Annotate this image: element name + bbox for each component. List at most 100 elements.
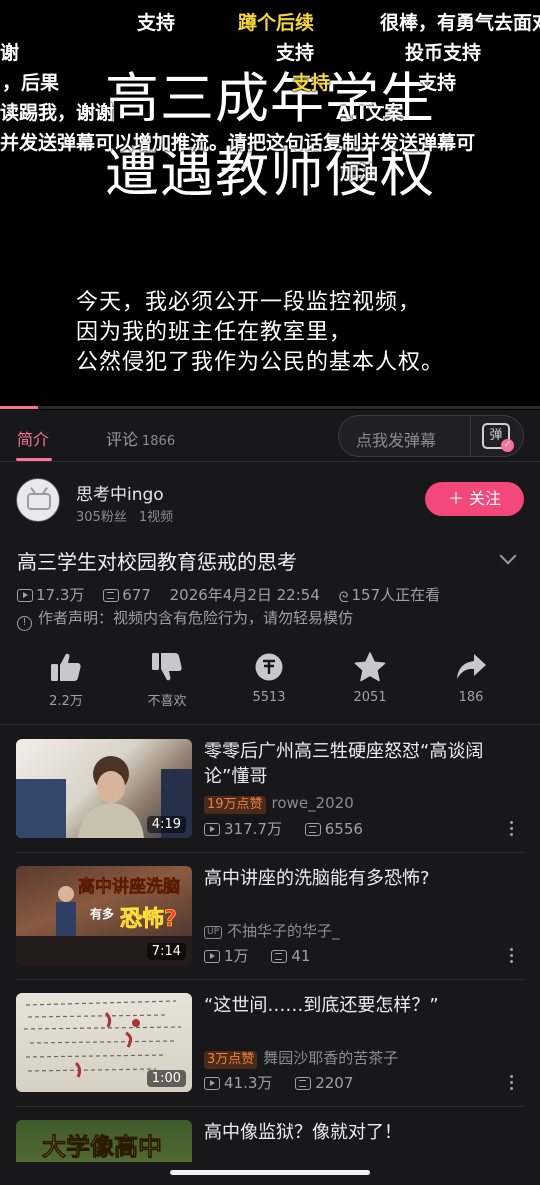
play-count-icon [204, 823, 220, 836]
up-tag: UP [204, 926, 223, 939]
author-notice: ! 作者声明：视频内含有危险行为，请勿轻易模仿 [17, 607, 353, 631]
rec-title[interactable]: 零零后广州高三牲硬座怒怼“高谈阔论”懂哥 [204, 739, 524, 789]
tab-comments[interactable]: 评论 1866 [106, 426, 175, 450]
more-options-icon[interactable] [510, 1075, 514, 1093]
video-subtitle-line: 公然侵犯了我作为公民的基本人权。 [76, 350, 445, 375]
danmaku-count-icon [271, 950, 288, 963]
danmaku-count-icon [295, 1077, 312, 1090]
video-duration: 1:00 [146, 1070, 186, 1087]
danmaku-comment: A.I文案 [336, 102, 404, 124]
danmaku-comment: 支持 [418, 72, 457, 94]
rec-title[interactable]: “这世间……到底还要怎样？” [204, 993, 524, 1018]
dislike-label: 不喜欢 [147, 694, 187, 709]
danmaku-toggle-icon[interactable]: 弹 ✓ [482, 423, 514, 452]
list-divider [16, 1106, 524, 1107]
video-subtitle-line: 今天，我必须公开一段监控视频， [76, 290, 422, 315]
list-item[interactable]: 1:00 “这世间……到底还要怎样？” 3万点赞 舞园沙耶香的苦茶子 41.3万 … [0, 993, 540, 1111]
danmaku-input[interactable]: 点我发弹幕 弹 ✓ [338, 415, 524, 457]
thumb-down-icon [117, 650, 217, 684]
more-options-icon[interactable] [510, 948, 514, 966]
rec-uploader: 19万点赞 rowe_2020 [204, 794, 354, 814]
list-divider [16, 852, 524, 853]
author-notice-text: 作者声明：视频内含有危险行为，请勿轻易模仿 [38, 609, 354, 627]
danmaku-comment: 很棒，有勇气去面对 [380, 12, 540, 34]
favorite-button[interactable]: 2051 [320, 650, 420, 705]
rec-danmaku: 41 [291, 947, 311, 965]
section-divider [0, 724, 540, 725]
danmaku-comment: 支持 [292, 72, 331, 94]
danmaku-toggle-label: 弹 [489, 428, 503, 443]
danmaku-comment: ，后果 [2, 72, 60, 94]
watching-count: 157人正在看 [351, 586, 441, 604]
play-count-icon [17, 589, 33, 602]
video-player[interactable]: 高三成年学生 遭遇教师侵权 今天，我必须公开一段监控视频， 因为我的班主任在教室… [0, 0, 540, 410]
rec-stats: 41.3万 2207 [204, 1072, 353, 1093]
video-subtitle-line: 因为我的班主任在教室里， [76, 320, 353, 345]
rec-views: 41.3万 [224, 1074, 273, 1092]
rec-danmaku: 6556 [324, 820, 363, 838]
video-thumbnail[interactable]: 1:00 [16, 993, 192, 1092]
rec-title[interactable]: 高中讲座的洗脑能有多恐怖? [204, 866, 524, 891]
like-count: 2.2万 [49, 694, 83, 709]
more-options-icon[interactable] [510, 821, 514, 839]
publish-date: 2026年4月2日 22:54 [169, 586, 320, 604]
uploader-stats: 305粉丝 1视频 [76, 506, 173, 525]
comments-count: 1866 [142, 434, 176, 449]
follow-button[interactable]: ＋ 关注 [425, 482, 524, 516]
list-item[interactable]: 4:19 零零后广州高三牲硬座怒怼“高谈阔论”懂哥 19万点赞 rowe_2020… [0, 739, 540, 857]
rec-title[interactable]: 高中像监狱？像就对了！ [204, 1120, 524, 1145]
avatar[interactable] [16, 478, 60, 522]
dislike-button[interactable]: 不喜欢 [117, 650, 217, 709]
rec-danmaku: 2207 [315, 1074, 354, 1092]
video-thumbnail[interactable]: 4:19 [16, 739, 192, 838]
list-item[interactable]: 高中讲座洗脑 有多 恐怖? 7:14 高中讲座的洗脑能有多恐怖? UP 不抽华子的… [0, 866, 540, 984]
uploader-videos: 1视频 [138, 510, 174, 525]
danmaku-comment: 投币支持 [405, 42, 482, 64]
share-icon [421, 650, 521, 684]
danmaku-comment: 支持 [276, 42, 315, 64]
rec-uploader: UP 不抽华子的华子_ [204, 920, 340, 941]
danmaku-count-icon [103, 589, 120, 602]
video-thumbnail[interactable]: 高中讲座洗脑 有多 恐怖? 7:14 [16, 866, 192, 965]
star-icon [320, 650, 420, 684]
video-progress-fill [0, 406, 38, 409]
tab-active-indicator [16, 458, 52, 461]
check-icon: ✓ [501, 439, 514, 452]
chevron-down-icon[interactable] [499, 547, 517, 565]
video-duration: 7:14 [146, 943, 186, 960]
coin-icon [219, 650, 319, 684]
like-button[interactable]: 2.2万 [16, 650, 116, 709]
tab-intro[interactable]: 简介 [17, 426, 49, 450]
rec-stats: 1万 41 [204, 945, 310, 966]
danmaku-comment: 读踢我，谢谢 [0, 102, 115, 124]
tab-comments-label: 评论 [106, 430, 139, 449]
danmaku-input-divider [470, 416, 471, 456]
rec-uploader-name: 舞园沙耶香的苦茶子 [263, 1049, 399, 1067]
coin-button[interactable]: 5513 [219, 650, 319, 705]
coin-count: 5513 [252, 690, 286, 705]
likes-badge: 3万点赞 [204, 1051, 258, 1069]
play-count-icon [204, 1077, 220, 1090]
video-thumbnail[interactable]: 大学像高中 [16, 1120, 192, 1162]
uploader-row: 思考中ingo 305粉丝 1视频 ＋ 关注 [0, 470, 540, 530]
svg-text:有多: 有多 [90, 906, 114, 921]
svg-text:高中讲座洗脑: 高中讲座洗脑 [78, 876, 180, 897]
rec-uploader: 3万点赞 舞园沙耶香的苦茶子 [204, 1047, 398, 1069]
viewers-icon: ᘓ [338, 590, 349, 606]
play-count-icon [204, 950, 220, 963]
rec-stats: 317.7万 6556 [204, 818, 363, 839]
video-title: 高三学生对校园教育惩戒的思考 [17, 550, 297, 574]
danmaku-comment: 并发送弹幕可以增加推流。请把这句话复制并发送弹幕可 [0, 132, 476, 154]
favorite-count: 2051 [353, 690, 387, 705]
list-item[interactable]: 大学像高中 高中像监狱？像就对了！ [0, 1120, 540, 1162]
home-indicator[interactable] [170, 1170, 370, 1175]
video-progress-bar[interactable] [0, 406, 540, 409]
danmaku-input-placeholder: 点我发弹幕 [356, 431, 437, 450]
view-count: 17.3万 [36, 586, 85, 604]
share-button[interactable]: 186 [421, 650, 521, 705]
danmaku-count: 677 [122, 586, 151, 604]
tab-bar: 简介 评论 1866 点我发弹幕 弹 ✓ [0, 410, 540, 462]
info-icon: ! [17, 616, 32, 631]
uploader-name[interactable]: 思考中ingo [76, 480, 164, 505]
danmaku-comment: 加油 [340, 162, 379, 184]
